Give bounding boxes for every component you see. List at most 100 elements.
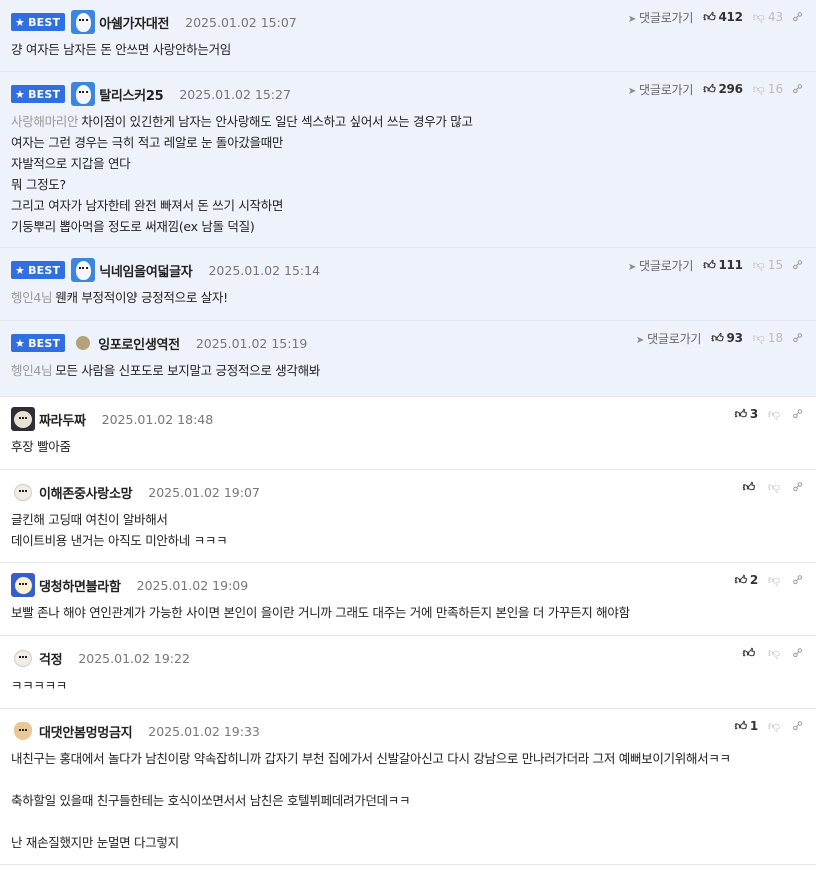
downvote-button[interactable]: 👎︎ 43 (753, 10, 783, 25)
upvote-button[interactable]: 👍︎ 111 (703, 257, 743, 273)
profile-blue-icon[interactable] (71, 258, 96, 282)
star-icon: ★ (15, 263, 26, 277)
dog-dark-icon[interactable] (11, 407, 35, 431)
mention[interactable]: 헹인4님 (11, 363, 53, 378)
comment-list: ★ BEST 아쉠가자대전 2025.01.02 15:07 ➤ 댓글로가기 👍︎ 4… (0, 0, 816, 865)
comment-date: 2025.01.02 18:48 (101, 411, 214, 427)
thumbs-down-icon: 👎︎ (767, 718, 781, 733)
comment: 이해존중사랑소망 2025.01.02 19:07 👍︎ 👎︎ ⚯ 글킨해 고딩… (0, 470, 816, 563)
comment-body: 헹인4님 웬캐 부정적이양 긍정적으로 살자! (11, 290, 228, 305)
comment-date: 2025.01.02 15:19 (195, 335, 308, 351)
downvote-button[interactable]: 👎︎ 16 (753, 82, 783, 97)
thumbs-up-icon: 👍︎ (734, 572, 748, 587)
author-name[interactable]: 이해존중사랑소망 (39, 483, 133, 502)
author-name[interactable]: 탈리스커25 (99, 85, 163, 104)
mention[interactable]: 헹인4님 (11, 290, 53, 305)
dog-white-icon[interactable] (11, 480, 35, 504)
comment-date: 2025.01.02 19:22 (78, 650, 190, 666)
reply-link[interactable]: ➤ 댓글로가기 (628, 9, 694, 26)
comment-body: 사랑해마리안 차이점이 있긴한게 남자는 안사랑해도 일단 섹스하고 싶어서 쓰는… (11, 114, 473, 234)
star-icon: ★ (15, 15, 26, 29)
comment-date: 2025.01.02 15:07 (185, 14, 297, 30)
default-dot-icon[interactable] (76, 336, 91, 350)
mention[interactable]: 사랑해마리안 (11, 114, 79, 129)
upvote-button[interactable]: 👍︎ (743, 646, 758, 661)
link-icon[interactable]: ⚯ (789, 644, 807, 662)
profile-blue-icon[interactable] (71, 10, 96, 34)
best-badge: ★ BEST (11, 334, 66, 352)
comment-date: 2025.01.02 15:27 (179, 86, 291, 102)
link-icon[interactable]: ⚯ (789, 8, 807, 26)
reply-link[interactable]: ➤ 댓글로가기 (627, 257, 694, 274)
comment-body: ㅋㅋㅋㅋㅋ (11, 678, 68, 693)
best-comment: ★ BEST 닉네임을여덟글자 2025.01.02 15:14 ➤ 댓글로가기 👍… (0, 248, 816, 321)
reply-link[interactable]: ➤ 댓글로가기 (627, 81, 694, 98)
author-name[interactable]: 아쉠가자대전 (99, 13, 169, 32)
downvote-button[interactable]: 👎︎ 15 (753, 258, 783, 273)
author-name[interactable]: 대댓안봄멍멍금지 (39, 722, 133, 741)
comment-body: 걍 여자든 남자든 돈 안쓰면 사랑안하는거임 (11, 42, 231, 57)
author-name[interactable]: 닉네임을여덟글자 (99, 261, 193, 280)
arrow-icon: ➤ (627, 261, 637, 273)
star-icon: ★ (15, 336, 26, 350)
thumbs-up-icon: 👍︎ (742, 645, 756, 660)
best-comment: ★ BEST 잉포로인생역전 2025.01.02 15:19 ➤ 댓글로가기 👍︎… (0, 321, 816, 397)
best-comment: ★ BEST 아쉠가자대전 2025.01.02 15:07 ➤ 댓글로가기 👍︎ 4… (0, 0, 816, 72)
link-icon[interactable]: ⚯ (789, 80, 807, 98)
best-badge: ★ BEST (11, 85, 66, 103)
link-icon[interactable]: ⚯ (789, 329, 807, 347)
downvote-button[interactable]: 👎︎ (768, 646, 783, 661)
downvote-button[interactable]: 👎︎ 18 (753, 331, 783, 346)
link-icon[interactable]: ⚯ (789, 478, 807, 496)
comment-body: 헹인4님 모든 사람을 신포도로 보지말고 긍정적으로 생각해봐 (11, 363, 321, 378)
comment: 댕청하면블라함 2025.01.02 19:09 👍︎ 2 👎︎ ⚯ 보빨 존나 … (0, 563, 816, 636)
link-icon[interactable]: ⚯ (789, 571, 807, 589)
comment: 짜라두짜 2025.01.02 18:48 👍︎ 3 👎︎ ⚯ 후장 빨아줌 (0, 397, 816, 470)
star-icon: ★ (15, 87, 26, 101)
thumbs-down-icon: 👎︎ (752, 81, 765, 96)
arrow-icon: ➤ (627, 85, 637, 97)
thumbs-up-icon: 👍︎ (703, 257, 716, 272)
best-comment: ★ BEST 탈리스커25 2025.01.02 15:27 ➤ 댓글로가기 👍︎ 2… (0, 72, 816, 248)
upvote-button[interactable]: 👍︎ (743, 480, 758, 495)
thumbs-down-icon: 👎︎ (752, 9, 765, 24)
profile-blue-icon[interactable] (71, 82, 96, 106)
upvote-button[interactable]: 👍︎ 1 (735, 719, 759, 734)
upvote-button[interactable]: 👍︎ 93 (711, 331, 743, 346)
reply-link[interactable]: ➤ 댓글로가기 (635, 330, 702, 347)
upvote-button[interactable]: 👍︎ 2 (734, 572, 759, 588)
author-name[interactable]: 댕청하면블라함 (39, 576, 121, 595)
thumbs-down-icon: 👎︎ (767, 479, 781, 494)
best-badge: ★ BEST (11, 13, 66, 31)
thumbs-down-icon: 👎︎ (767, 572, 781, 587)
downvote-button[interactable]: 👎︎ (768, 573, 783, 588)
link-icon[interactable]: ⚯ (789, 717, 807, 735)
downvote-button[interactable]: 👎︎ (768, 480, 783, 495)
comment-date: 2025.01.02 19:07 (148, 484, 260, 500)
arrow-icon: ➤ (635, 334, 645, 346)
comment-body: 보빨 존나 해야 연인관계가 가능한 사이면 본인이 을이란 거니까 그래도 대… (11, 605, 630, 620)
link-icon[interactable]: ⚯ (789, 256, 807, 274)
comment-date: 2025.01.02 19:09 (136, 577, 249, 593)
thumbs-up-icon: 👍︎ (703, 81, 716, 96)
link-icon[interactable]: ⚯ (789, 405, 807, 423)
author-name[interactable]: 걱정 (39, 649, 63, 668)
upvote-button[interactable]: 👍︎ 3 (735, 407, 759, 422)
thumbs-down-icon: 👎︎ (752, 330, 765, 345)
downvote-button[interactable]: 👎︎ (768, 407, 783, 422)
comment: 대댓안봄멍멍금지 2025.01.02 19:33 👍︎ 1 👎︎ ⚯ 내친구는 … (0, 709, 816, 865)
author-name[interactable]: 짜라두짜 (39, 410, 86, 429)
upvote-button[interactable]: 👍︎ 412 (703, 10, 743, 25)
comment-date: 2025.01.02 19:33 (148, 723, 260, 739)
best-badge: ★ BEST (11, 261, 66, 279)
upvote-button[interactable]: 👍︎ 296 (703, 81, 743, 97)
dog-blue-icon[interactable] (11, 573, 35, 597)
author-name[interactable]: 잉포로인생역전 (98, 334, 180, 353)
thumbs-up-icon: 👍︎ (742, 479, 756, 494)
dog-white-icon[interactable] (11, 646, 35, 670)
thumbs-down-icon: 👎︎ (767, 406, 781, 421)
thumbs-down-icon: 👎︎ (752, 257, 765, 272)
downvote-button[interactable]: 👎︎ (768, 719, 783, 734)
comment: 걱정 2025.01.02 19:22 👍︎ 👎︎ ⚯ ㅋㅋㅋㅋㅋ (0, 636, 816, 709)
dog-tan-icon[interactable] (11, 719, 35, 743)
